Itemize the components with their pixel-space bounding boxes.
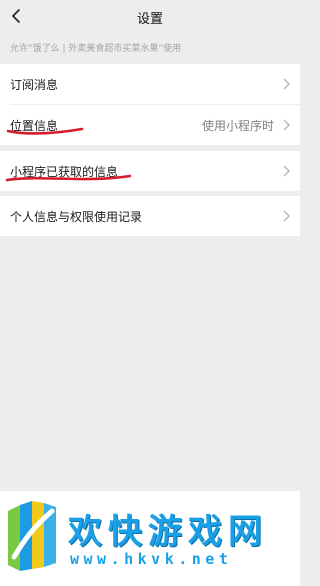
watermark-brand: 欢快游戏网 — [68, 512, 268, 552]
location-info-value: 使用小程序时 — [201, 118, 274, 133]
site-logo-icon — [8, 501, 56, 571]
chevron-right-icon — [283, 165, 290, 177]
settings-group-privacy-records: 个人信息与权限使用记录 — [0, 196, 300, 236]
watermark-banner: 欢快游戏网 www.hkvk.net — [0, 491, 300, 586]
settings-group-obtained-info: 小程序已获取的信息 — [0, 151, 300, 191]
obtained-info-label: 小程序已获取的信息 — [10, 164, 119, 179]
chevron-right-icon — [283, 210, 290, 222]
privacy-records-label: 个人信息与权限使用记录 — [10, 209, 143, 224]
subscription-messages-row[interactable]: 订阅消息 — [0, 64, 300, 104]
watermark-url: www.hkvk.net — [70, 550, 233, 568]
chevron-right-icon — [283, 119, 290, 131]
subscription-messages-label: 订阅消息 — [10, 77, 59, 92]
settings-group-permissions: 订阅消息 位置信息 使用小程序时 — [0, 64, 300, 145]
privacy-records-row[interactable]: 个人信息与权限使用记录 — [0, 196, 300, 236]
location-info-label: 位置信息 — [10, 118, 59, 133]
chevron-right-icon — [283, 78, 290, 90]
location-info-row[interactable]: 位置信息 使用小程序时 — [0, 105, 300, 145]
obtained-info-row[interactable]: 小程序已获取的信息 — [0, 151, 300, 191]
navigation-bar: 设置 — [0, 0, 300, 34]
page-title: 设置 — [136, 12, 163, 27]
permission-subtitle: 允许“饿了么 | 外卖美食超市买菜水果”使用 — [10, 44, 182, 54]
